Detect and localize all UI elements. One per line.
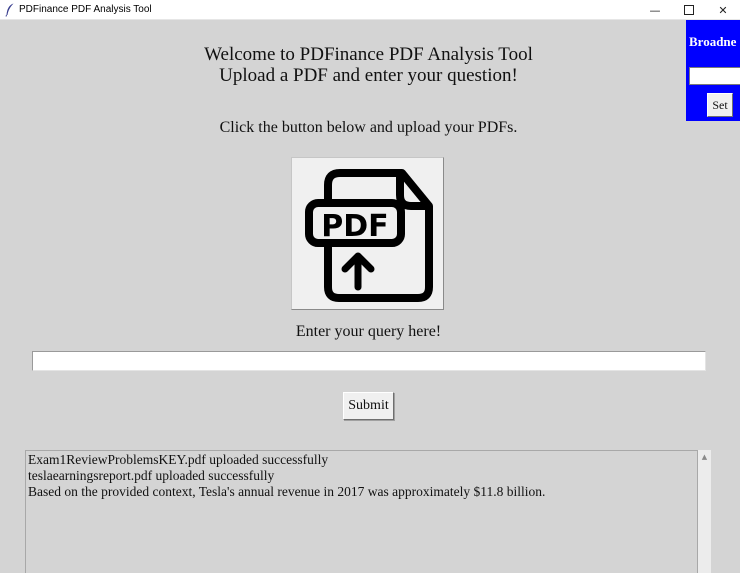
scroll-up-arrow-icon[interactable]: ▲ bbox=[698, 452, 711, 462]
minimize-button[interactable]: — bbox=[638, 0, 672, 20]
output-scrollbar[interactable]: ▲ bbox=[698, 450, 711, 573]
output-line: teslaearningsreport.pdf uploaded success… bbox=[28, 468, 275, 483]
feather-icon bbox=[5, 3, 14, 17]
output-line: Based on the provided context, Tesla's a… bbox=[28, 484, 546, 499]
output-line: Exam1ReviewProblemsKEY.pdf uploaded succ… bbox=[28, 452, 329, 467]
window-title: PDFinance PDF Analysis Tool bbox=[19, 4, 152, 15]
close-button[interactable]: ✕ bbox=[706, 0, 740, 20]
set-button[interactable]: Set bbox=[707, 93, 733, 117]
maximize-icon bbox=[684, 5, 694, 15]
broadcast-panel: Broadne Set bbox=[686, 20, 740, 121]
pdf-upload-icon: PDF bbox=[305, 169, 433, 302]
broadcast-label: Broadne bbox=[689, 34, 737, 49]
query-input[interactable] bbox=[32, 351, 706, 371]
title-bar: PDFinance PDF Analysis Tool — ✕ bbox=[0, 0, 740, 20]
pdf-icon-text: PDF bbox=[321, 209, 388, 244]
close-icon: ✕ bbox=[718, 3, 728, 17]
query-label: Enter your query here! bbox=[295, 323, 442, 340]
welcome-line-1: Welcome to PDFinance PDF Analysis Tool bbox=[204, 44, 533, 65]
output-textbox[interactable]: Exam1ReviewProblemsKEY.pdf uploaded succ… bbox=[25, 450, 698, 573]
upload-instructions: Click the button below and upload your P… bbox=[219, 119, 518, 136]
minimize-icon: — bbox=[649, 3, 661, 17]
submit-button[interactable]: Submit bbox=[343, 392, 394, 420]
app-window: PDFinance PDF Analysis Tool — ✕ Welcome … bbox=[0, 0, 740, 573]
upload-pdf-button[interactable]: PDF bbox=[291, 157, 444, 310]
welcome-heading: Welcome to PDFinance PDF Analysis Tool U… bbox=[0, 44, 737, 86]
broadcast-input[interactable] bbox=[689, 67, 740, 85]
welcome-line-2: Upload a PDF and enter your question! bbox=[219, 65, 518, 86]
maximize-button[interactable] bbox=[672, 0, 706, 20]
